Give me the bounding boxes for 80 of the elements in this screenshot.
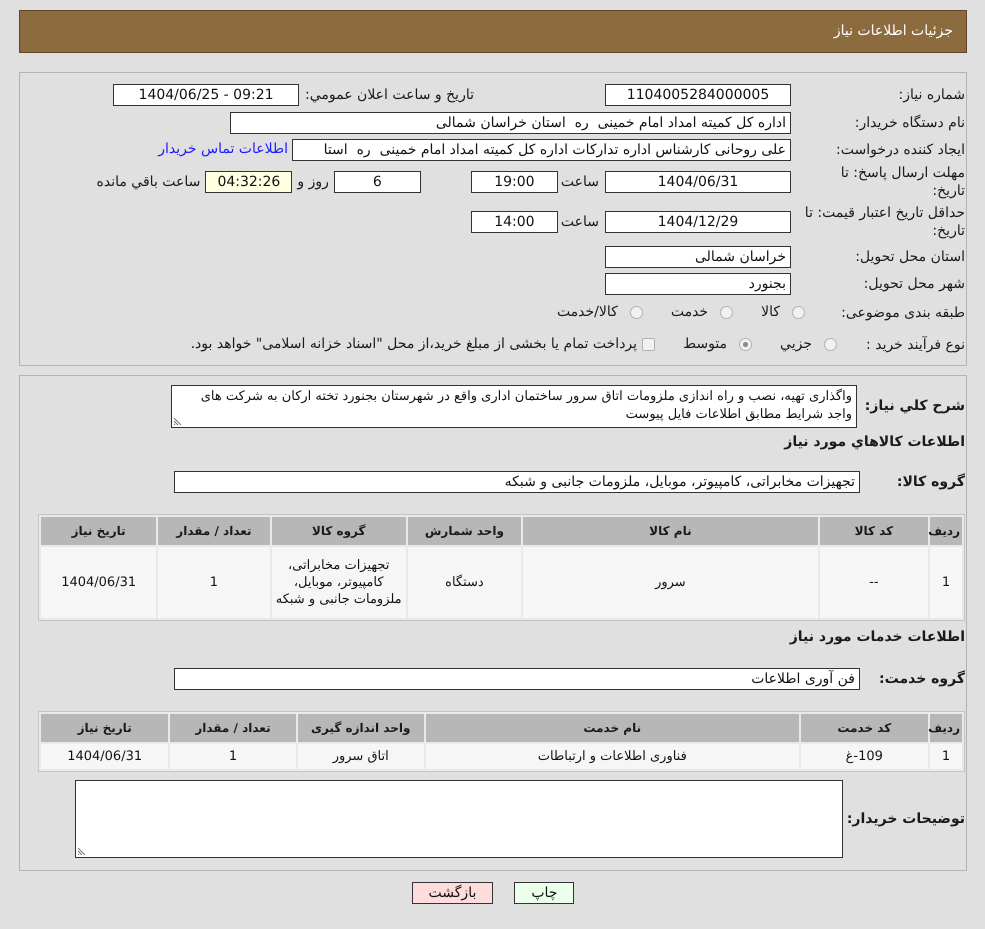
table-cell: 1: [930, 547, 962, 618]
table-cell: سرور: [523, 547, 818, 618]
back-button[interactable]: بازگشت: [412, 882, 494, 904]
resize-grip-icon[interactable]: [78, 847, 86, 855]
option-label: کالا: [761, 303, 780, 322]
field-label: نوع فرآیند خرید :: [865, 336, 966, 354]
need-number-field[interactable]: 1104005284000005: [605, 84, 791, 106]
field-label: نام دستگاه خریدار:: [854, 114, 966, 132]
option-label: خدمت: [670, 303, 708, 322]
checkbox-label: پرداخت تمام یا بخشی از مبلغ خرید،از محل "اسناد خزانه اسلامی" خواهد بود.: [190, 335, 638, 354]
table-cell: اتاق سرور: [298, 744, 424, 769]
remaining-time-field[interactable]: 04:32:26: [205, 171, 292, 193]
field-label: شهر محل تحویل:: [862, 274, 966, 292]
field-label: گروه خدمت:: [878, 669, 966, 688]
section-heading: اطلاعات کالاهاي مورد نیاز: [782, 433, 966, 452]
table-cell: 1404/06/31: [41, 547, 156, 618]
remaining-label: ساعت باقي مانده: [96, 172, 200, 192]
buyer-notes-field[interactable]: [75, 780, 843, 858]
column-header: واحد اندازه گیری: [298, 714, 424, 742]
radio-button[interactable]: [630, 306, 643, 319]
column-header: نام خدمت: [426, 714, 799, 742]
column-header: ردیف: [930, 714, 962, 742]
column-header: نام کالا: [523, 517, 818, 545]
table-cell: دستگاه: [408, 547, 522, 618]
province-field[interactable]: خراسان شمالی: [605, 246, 791, 268]
radio-button[interactable]: [720, 306, 734, 319]
page-title: جزئیات اطلاعات نیاز: [834, 22, 953, 41]
column-header: تعداد / مقدار: [158, 517, 270, 545]
field-label: گروه کالا:: [896, 472, 966, 492]
contact-info-link[interactable]: اطلاعات تماس خریدار: [158, 139, 288, 160]
description-field[interactable]: واگذاری تهیه، نصب و راه اندازی ملزومات اتاق سرور ساختمان اداری واقع در شهرستان بجنورد تخته ارکان به شرکت های واجد شرایط مطابق اطلاعات فایل پیوست: [171, 385, 857, 428]
table-cell: 1: [158, 547, 270, 618]
field-label: حداقل تاریخ اعتبار قیمت: تا تاریخ:: [804, 204, 966, 240]
column-header: تعداد / مقدار: [170, 714, 296, 742]
field-label: طبقه بندی موضوعی:: [840, 304, 966, 322]
table-cell: 109-غ: [800, 744, 928, 769]
resize-grip-icon[interactable]: [174, 417, 182, 425]
days-field[interactable]: 6: [334, 171, 421, 193]
buyer-org-field[interactable]: اداره کل کمیته امداد امام خمینی ره استان خراسان شمالی: [230, 112, 791, 134]
field-label: ایجاد کننده درخواست:: [835, 140, 966, 158]
column-header: ردیف: [930, 517, 962, 545]
table-cell: تجهیزات مخابراتی، کامپیوتر، موبایل، ملزومات جانبی و شبکه: [272, 547, 406, 618]
table-cell: 1404/06/31: [41, 744, 168, 769]
column-header: واحد شمارش: [408, 517, 522, 545]
table-cell: --: [820, 547, 928, 618]
requester-field[interactable]: علی روحانی کارشناس اداره تدارکات اداره کل کمیته امداد امام خمینی ره استا: [292, 138, 791, 160]
time-label: ساعت: [560, 172, 599, 192]
print-button[interactable]: چاپ: [514, 882, 574, 904]
field-label: شرح کلي نیاز:: [864, 397, 966, 416]
field-label: استان محل تحویل:: [854, 248, 966, 266]
checkbox[interactable]: [642, 338, 656, 351]
option-label: کالا/خدمت: [556, 303, 618, 322]
radio-button[interactable]: [739, 338, 752, 351]
goods-group-field[interactable]: تجهیزات مخابراتی، کامپیوتر، موبایل، ملزومات جانبی و شبکه: [174, 471, 860, 493]
time-label: ساعت: [560, 212, 599, 232]
field-label: تاریخ و ساعت اعلان عمومي:: [305, 86, 474, 104]
option-label: جزيي: [780, 335, 812, 354]
field-label: توضیحات خریدار:: [846, 810, 966, 828]
column-header: کد خدمت: [800, 714, 928, 742]
reply-date-field[interactable]: 1404/06/31: [605, 171, 791, 193]
field-label: مهلت ارسال پاسخ: تا تاریخ:: [840, 164, 966, 200]
radio-button[interactable]: [824, 338, 837, 351]
column-header: کد کالا: [820, 517, 928, 545]
field-label: شماره نیاز:: [898, 86, 966, 104]
announce-date-field[interactable]: 1404/06/25 - 09:21: [113, 84, 300, 106]
reply-time-field[interactable]: 19:00: [470, 171, 558, 193]
days-label: روز و: [297, 172, 329, 192]
table-cell: فناوری اطلاعات و ارتباطات: [426, 744, 799, 769]
column-header: تاریخ نیاز: [41, 517, 156, 545]
table-cell: 1: [930, 744, 962, 769]
service-group-field[interactable]: فن آوری اطلاعات: [174, 668, 860, 690]
section-heading: اطلاعات خدمات مورد نیاز: [788, 628, 966, 647]
validity-time-field[interactable]: 14:00: [470, 211, 558, 233]
table-cell: 1: [170, 744, 296, 769]
city-field[interactable]: بجنورد: [605, 272, 791, 294]
column-header: تاریخ نیاز: [41, 714, 168, 742]
radio-button[interactable]: [792, 306, 805, 319]
validity-date-field[interactable]: 1404/12/29: [605, 211, 791, 233]
column-header: گروه کالا: [272, 517, 406, 545]
option-label: متوسط: [683, 335, 728, 354]
